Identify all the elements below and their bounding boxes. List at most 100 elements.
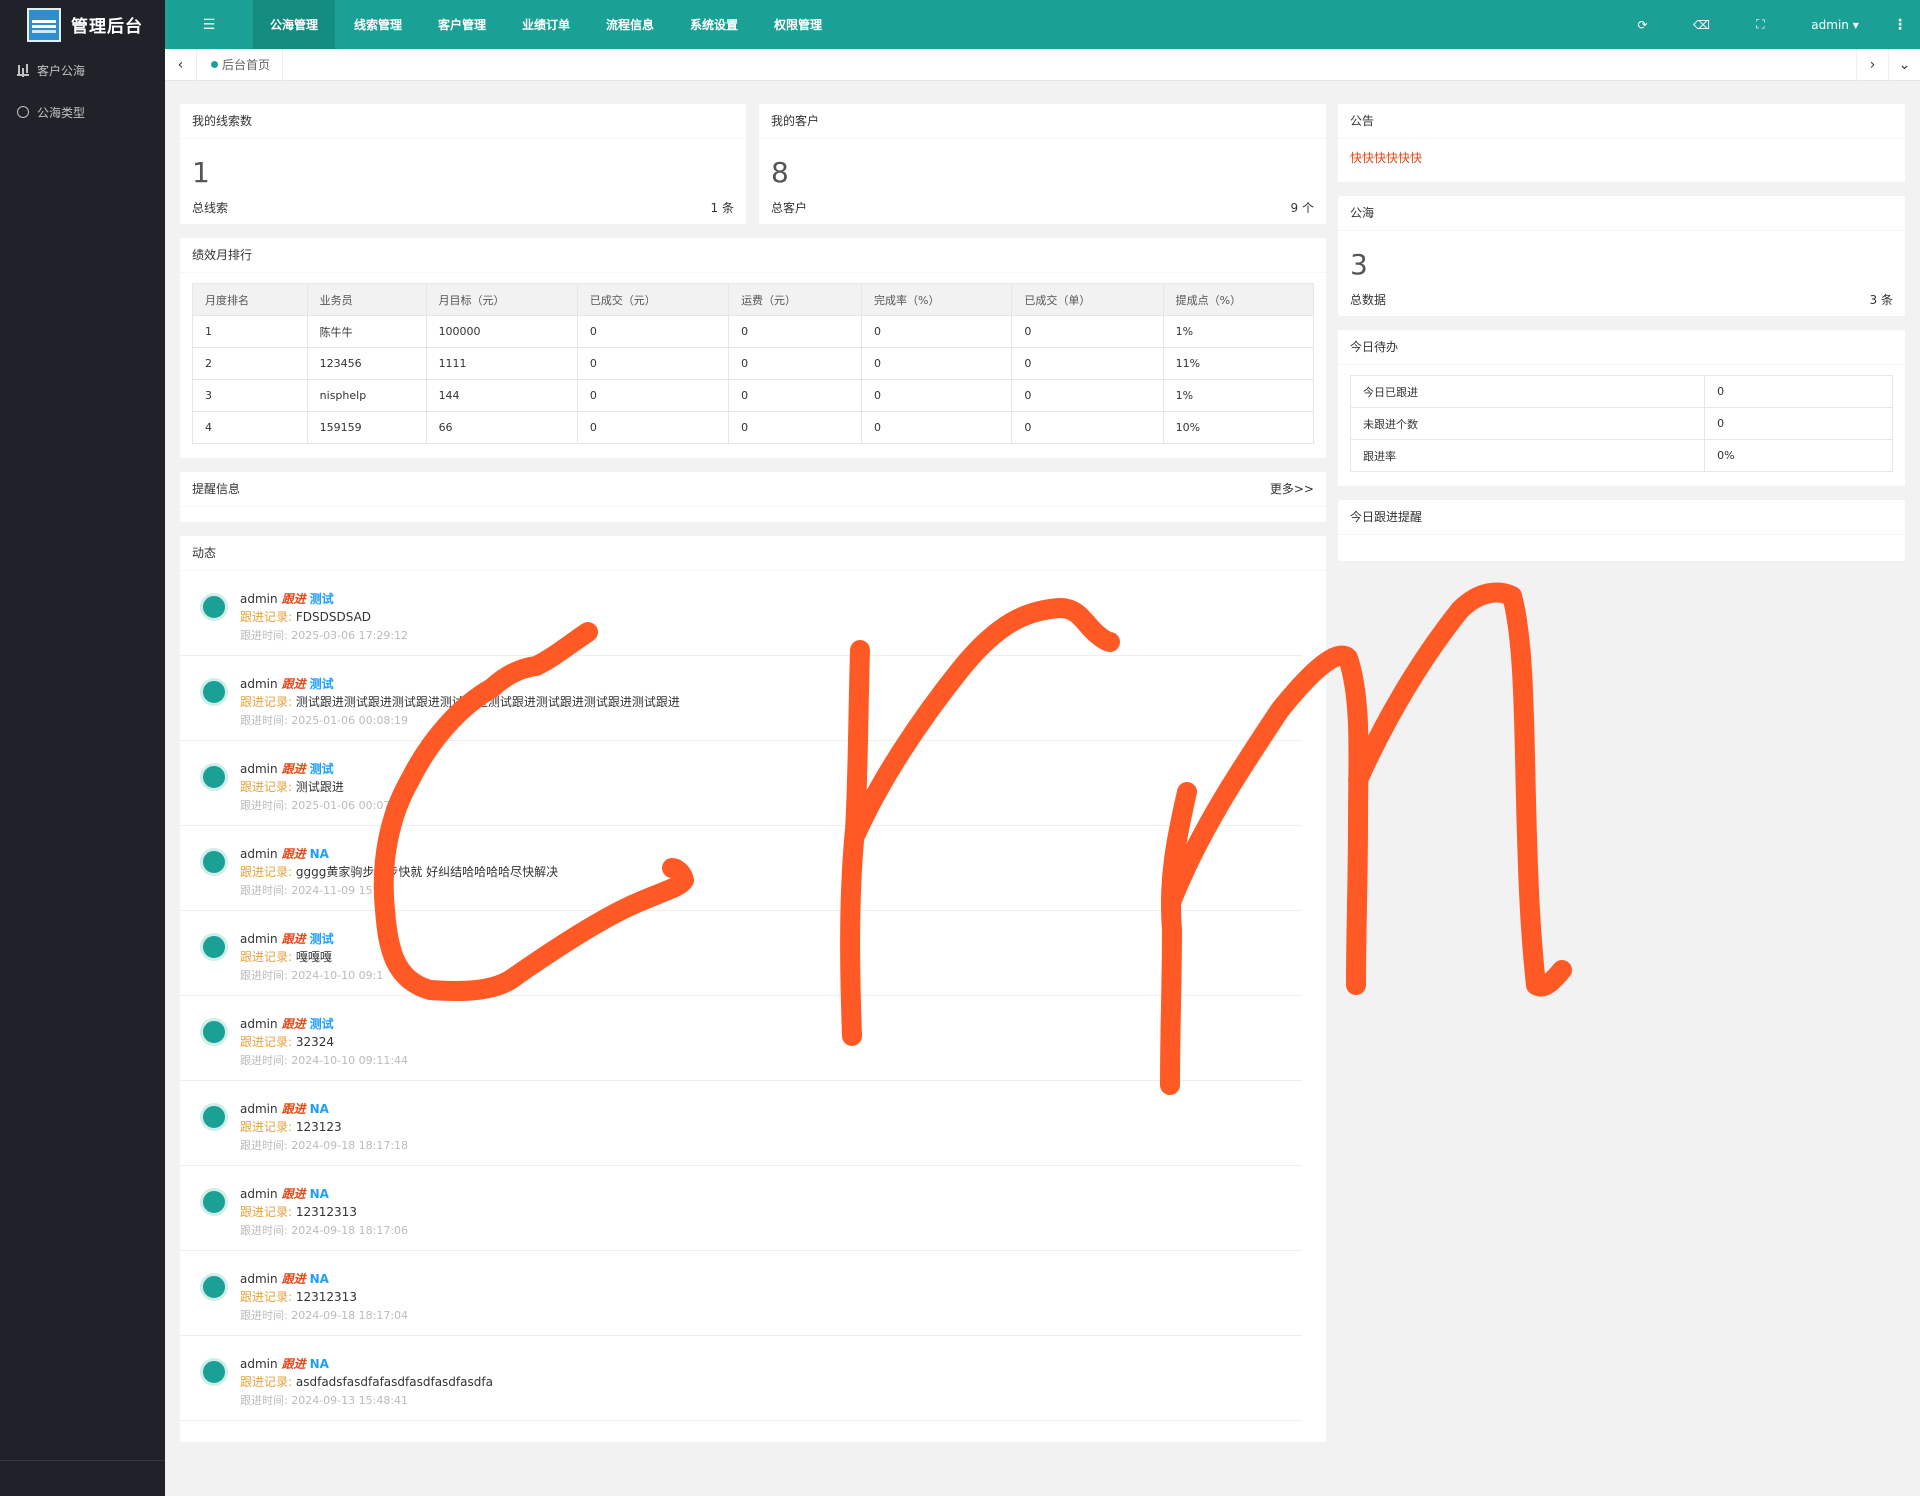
table-cell: 159159 xyxy=(306,411,427,444)
activity-user: admin xyxy=(240,592,278,606)
table-cell: 123456 xyxy=(306,347,427,380)
time-label: 跟进时间: xyxy=(240,1394,288,1407)
table-cell: 0 xyxy=(1011,411,1164,444)
nav-item-process[interactable]: 流程信息 xyxy=(589,0,671,49)
activity-time: 2025-01-06 00:07 xyxy=(291,799,391,812)
customers-total: 9 个 xyxy=(1290,201,1314,215)
activity-user: admin xyxy=(240,677,278,691)
pool-count: 3 xyxy=(1350,248,1368,281)
avatar xyxy=(200,1103,228,1131)
table-cell: 11% xyxy=(1162,347,1315,380)
activity-time: 2024-10-10 09:11:44 xyxy=(291,1054,409,1067)
todo-table: 今日已跟进 0 未跟进个数 0 跟进率 0% xyxy=(1349,375,1893,472)
activity-type[interactable]: NA xyxy=(310,1187,329,1201)
card-title: 动态 xyxy=(180,536,1326,571)
user-menu[interactable]: admin ▾ xyxy=(1790,18,1880,32)
table-cell: 0 xyxy=(576,411,730,444)
chevron-right-icon[interactable]: › xyxy=(1856,49,1888,81)
tab-controls: › ⌄ xyxy=(1856,49,1920,81)
activity-item: admin 跟进 测试 跟进记录: 测试跟进测试跟进测试跟进测试跟进测试跟进测试跟进测… xyxy=(180,656,1302,741)
leads-count: 1 xyxy=(192,156,210,189)
table-cell: 0 xyxy=(728,411,863,444)
table-cell: 10% xyxy=(1162,411,1315,444)
time-label: 跟进时间: xyxy=(240,1054,288,1067)
activity-time: 2024-10-10 09:1 xyxy=(291,969,384,982)
more-options-icon[interactable]: ⋮ xyxy=(1880,17,1920,33)
chevron-left-icon[interactable]: ‹ xyxy=(165,48,197,81)
table-cell: 144 xyxy=(425,379,578,412)
bar-chart-icon xyxy=(17,64,29,76)
menu-toggle-icon[interactable]: ☰ xyxy=(165,0,253,49)
activity-item: admin 跟进 测试 跟进记录: FDSDSDSAD 跟进时间: 2025-03-06… xyxy=(180,571,1302,656)
avatar xyxy=(200,593,228,621)
record-label: 跟进记录: xyxy=(240,610,293,624)
activity-tag: 跟进 xyxy=(281,592,306,606)
clear-cache-icon[interactable]: ⌫ xyxy=(1672,18,1731,32)
tab-home[interactable]: 后台首页 xyxy=(197,48,284,81)
time-label: 跟进时间: xyxy=(240,1309,288,1322)
card-title: 今日跟进提醒 xyxy=(1338,500,1905,535)
activity-type[interactable]: 测试 xyxy=(310,592,334,606)
table-cell: 0 xyxy=(1011,315,1164,348)
notice-card: 公告 快快快快快快 xyxy=(1338,104,1905,182)
table-cell: 0 xyxy=(1011,347,1164,380)
activity-item: admin 跟进 NA 跟进记录: asdfadsfasdfafasdfasdfasd… xyxy=(180,1336,1302,1421)
table-cell: 1% xyxy=(1162,315,1315,348)
activity-tag: 跟进 xyxy=(281,847,306,861)
nav-item-settings[interactable]: 系统设置 xyxy=(673,0,755,49)
sidebar-item-customer-pool[interactable]: 客户公海 xyxy=(0,49,165,91)
avatar xyxy=(200,933,228,961)
fullscreen-icon[interactable]: ⛶ xyxy=(1731,17,1790,32)
activity-type[interactable]: 测试 xyxy=(310,762,334,776)
brand[interactable]: 管理后台 xyxy=(0,0,165,49)
sidebar-item-pool-type[interactable]: 公海类型 xyxy=(0,91,165,133)
activity-tag: 跟进 xyxy=(281,1102,306,1116)
table-cell: 100000 xyxy=(425,315,578,348)
nav-item-public-pool[interactable]: 公海管理 xyxy=(253,0,335,49)
more-link[interactable]: 更多>> xyxy=(1270,472,1314,506)
activity-tag: 跟进 xyxy=(281,1017,306,1031)
table-cell: nisphelp xyxy=(306,379,427,412)
table-cell: 0 xyxy=(576,379,730,412)
table-cell: 0 xyxy=(861,411,1013,444)
activity-type[interactable]: NA xyxy=(310,1102,329,1116)
table-row: 今日已跟进 0 xyxy=(1349,375,1893,408)
time-label: 跟进时间: xyxy=(240,799,288,812)
chevron-down-icon[interactable]: ⌄ xyxy=(1888,49,1920,81)
notice-text[interactable]: 快快快快快快 xyxy=(1350,151,1422,165)
refresh-icon[interactable]: ⟳ xyxy=(1613,18,1672,32)
record-label: 跟进记录: xyxy=(240,1120,293,1134)
customers-count: 8 xyxy=(771,156,789,189)
activity-item: admin 跟进 NA 跟进记录: 123123 跟进时间: 2024-09-18 18… xyxy=(180,1081,1302,1166)
activity-user: admin xyxy=(240,932,278,946)
card-title: 绩效月排行 xyxy=(180,238,1326,273)
time-label: 跟进时间: xyxy=(240,969,288,982)
nav-item-orders[interactable]: 业绩订单 xyxy=(505,0,587,49)
avatar xyxy=(200,848,228,876)
activity-user: admin xyxy=(240,1017,278,1031)
table-row: 4 159159 66 0 0 0 0 10% xyxy=(192,411,1315,444)
activity-type[interactable]: 测试 xyxy=(310,677,334,691)
nav-item-permissions[interactable]: 权限管理 xyxy=(757,0,839,49)
customers-label: 总客户 xyxy=(771,201,808,215)
activity-type[interactable]: 测试 xyxy=(310,1017,334,1031)
brand-title: 管理后台 xyxy=(71,17,143,37)
activity-type[interactable]: NA xyxy=(310,847,329,861)
card-title: 提醒信息 更多>> xyxy=(180,472,1326,507)
avatar xyxy=(200,1018,228,1046)
nav-item-leads[interactable]: 线索管理 xyxy=(337,0,419,49)
table-header-row: 月度排名 业务员 月目标（元） 已成交（元） 运费（元） 完成率（%） 已成交（单）提… xyxy=(192,283,1315,316)
activity-record: 12312313 xyxy=(295,1205,357,1219)
card-title: 公海 xyxy=(1338,196,1905,231)
time-label: 跟进时间: xyxy=(240,1139,288,1152)
table-cell: 0 xyxy=(1011,379,1164,412)
activity-type[interactable]: NA xyxy=(310,1272,329,1286)
activity-item: admin 跟进 测试 跟进记录: 嘎嘎嘎 跟进时间: 2024-10-10 09:1 xyxy=(180,911,1302,996)
tab-bar: ‹ 后台首页 › ⌄ xyxy=(165,48,1920,81)
activity-type[interactable]: 测试 xyxy=(310,932,334,946)
activity-type[interactable]: NA xyxy=(310,1357,329,1371)
nav-item-customers[interactable]: 客户管理 xyxy=(421,0,503,49)
table-cell: 1111 xyxy=(425,347,578,380)
activity-record: gggg黄家驹步步步快就 好纠结哈哈哈哈尽快解决 xyxy=(295,865,559,879)
table-row: 2 123456 1111 0 0 0 0 11% xyxy=(192,347,1315,380)
